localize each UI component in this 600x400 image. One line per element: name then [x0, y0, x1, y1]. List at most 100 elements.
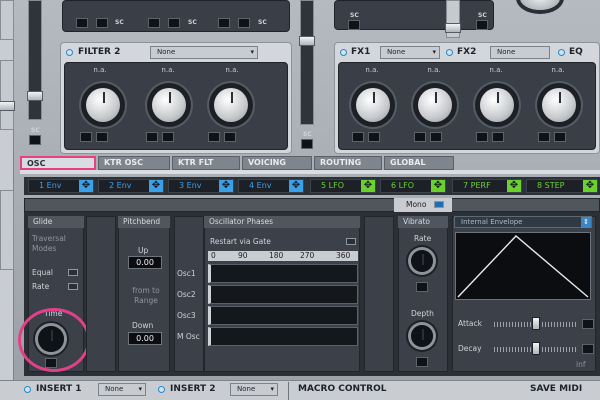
top-right-sc-1[interactable]: [348, 20, 360, 30]
mod-source-1-env[interactable]: 1 Env ✥: [28, 179, 94, 193]
restart-via-gate-checkbox[interactable]: [346, 238, 356, 245]
fx-knob-3[interactable]: [480, 88, 514, 122]
glide-rate-checkbox[interactable]: [68, 283, 78, 290]
drag-cross-icon[interactable]: ✥: [431, 180, 445, 192]
top-sc-2[interactable]: [96, 18, 108, 28]
mod-source-6-lfo[interactable]: 6 LFO ✥: [380, 179, 446, 193]
tab-ktr-osc[interactable]: KTR OSC: [98, 156, 170, 170]
mod-source-2-env[interactable]: 2 Env ✥: [98, 179, 164, 193]
vibrato-depth-knob[interactable]: [411, 325, 433, 347]
filter2-type-dropdown[interactable]: None ▾: [150, 46, 258, 59]
left-scroll-strip-top[interactable]: [0, 0, 14, 40]
mod-source-5-lfo[interactable]: 5 LFO ✥: [310, 179, 376, 193]
drag-cross-icon[interactable]: ✥: [507, 180, 521, 192]
fx-sc-3b[interactable]: [492, 132, 504, 142]
top-sc-3[interactable]: [148, 18, 160, 28]
sc-button-mid[interactable]: [301, 139, 313, 149]
fx-sc-1a[interactable]: [352, 132, 364, 142]
vibrato-depth-mod-button[interactable]: [416, 357, 428, 367]
mosc-phase-label: M Osc: [177, 332, 200, 341]
envelope-attack-label: Attack: [458, 319, 482, 328]
tab-osc[interactable]: OSC: [20, 156, 96, 170]
volume-slider-1[interactable]: [27, 0, 43, 120]
drag-cross-icon[interactable]: ✥: [361, 180, 375, 192]
filter2-sc-1a[interactable]: [80, 132, 92, 142]
insert1-type-dropdown[interactable]: None ▾: [98, 383, 146, 396]
top-right-sc-2[interactable]: [476, 20, 488, 30]
osc1-phase-slider[interactable]: [208, 264, 358, 283]
save-midi-button[interactable]: SAVE MIDI: [530, 384, 582, 394]
mod-source-3-env[interactable]: 3 Env ✥: [168, 179, 234, 193]
drag-cross-icon[interactable]: ✥: [79, 180, 93, 192]
drag-cross-icon[interactable]: ✥: [219, 180, 233, 192]
top-sc-1[interactable]: [76, 18, 88, 28]
tab-ktr-flt[interactable]: KTR FLT: [172, 156, 240, 170]
fx-sc-1b[interactable]: [368, 132, 380, 142]
tab-routing[interactable]: ROUTING: [314, 156, 382, 170]
envelope-source-dropdown[interactable]: Internal Envelope ⇕: [454, 216, 592, 228]
drag-cross-icon[interactable]: ✥: [289, 180, 303, 192]
envelope-inf-label: inf: [576, 360, 586, 369]
envelope-attack-thumb[interactable]: [532, 317, 540, 330]
mod-source-8-step[interactable]: 8 STEP ✥: [526, 179, 598, 193]
top-sc-5[interactable]: [218, 18, 230, 28]
fx-sc-2a[interactable]: [414, 132, 426, 142]
fx1-power-icon[interactable]: [340, 49, 347, 56]
sc-button-left[interactable]: [29, 135, 41, 145]
osc3-phase-slider[interactable]: [208, 306, 358, 325]
osc2-phase-slider[interactable]: [208, 285, 358, 304]
envelope-decay-thumb[interactable]: [532, 342, 540, 355]
vibrato-rate-knob[interactable]: [411, 250, 433, 272]
fx1-type-dropdown[interactable]: None ▾: [380, 46, 440, 59]
top-right-knob-partial[interactable]: [520, 0, 560, 10]
filter2-sc-2b[interactable]: [162, 132, 174, 142]
fx-knob-4[interactable]: [542, 88, 576, 122]
fx-knob3-label: n.a.: [489, 66, 503, 74]
top-sc-4[interactable]: [168, 18, 180, 28]
fx-knob-1[interactable]: [356, 88, 390, 122]
filter2-sc-1b[interactable]: [96, 132, 108, 142]
drag-cross-icon[interactable]: ✥: [583, 180, 597, 192]
mono-checkbox[interactable]: [434, 201, 444, 208]
fx-sc-4a[interactable]: [538, 132, 550, 142]
filter2-sc-3a[interactable]: [208, 132, 220, 142]
glide-equal-checkbox[interactable]: [68, 269, 78, 276]
mod-source-4-env[interactable]: 4 Env ✥: [238, 179, 304, 193]
volume-slider-3[interactable]: [445, 0, 461, 38]
mod-source-7-perf[interactable]: 7 PERF ✥: [452, 179, 522, 193]
top-sc-6[interactable]: [238, 18, 250, 28]
insert2-power-icon[interactable]: [158, 386, 165, 393]
filter2-power-icon[interactable]: [66, 49, 73, 56]
envelope-display[interactable]: [455, 232, 591, 300]
filter2-sc-3b[interactable]: [224, 132, 236, 142]
volume-slider-2[interactable]: [299, 0, 315, 125]
volume-slider-2-thumb[interactable]: [299, 36, 315, 46]
insert2-type-value: None: [237, 385, 256, 393]
drag-cross-icon[interactable]: ✥: [149, 180, 163, 192]
tab-global[interactable]: GLOBAL: [384, 156, 454, 170]
volume-slider-1-thumb[interactable]: [27, 91, 43, 101]
fx-sc-3a[interactable]: [476, 132, 488, 142]
envelope-decay-mod-button[interactable]: [582, 344, 594, 354]
vibrato-rate-mod-button[interactable]: [416, 282, 428, 292]
filter2-knob-3[interactable]: [214, 88, 248, 122]
glide-title: Glide: [28, 216, 84, 228]
eq-power-icon[interactable]: [558, 49, 565, 56]
filter2-sc-2a[interactable]: [146, 132, 158, 142]
fx-sc-2b[interactable]: [430, 132, 442, 142]
fx2-power-icon[interactable]: [446, 49, 453, 56]
fx-knob-2[interactable]: [418, 88, 452, 122]
fx-sc-4b[interactable]: [554, 132, 566, 142]
pitchbend-up-value[interactable]: 0.00: [128, 256, 162, 269]
tab-voicing[interactable]: VOICING: [242, 156, 312, 170]
insert1-power-icon[interactable]: [24, 386, 31, 393]
filter2-knob-2[interactable]: [152, 88, 186, 122]
filter2-knob-1[interactable]: [86, 88, 120, 122]
fx2-type-dropdown[interactable]: None: [490, 46, 550, 59]
insert2-type-dropdown[interactable]: None ▾: [230, 383, 278, 396]
mosc-phase-slider[interactable]: [208, 327, 358, 346]
left-scroll-strip-low[interactable]: [0, 190, 14, 270]
left-scroll-strip-mid[interactable]: [0, 60, 15, 130]
pitchbend-down-value[interactable]: 0.00: [128, 332, 162, 345]
envelope-attack-mod-button[interactable]: [582, 319, 594, 329]
